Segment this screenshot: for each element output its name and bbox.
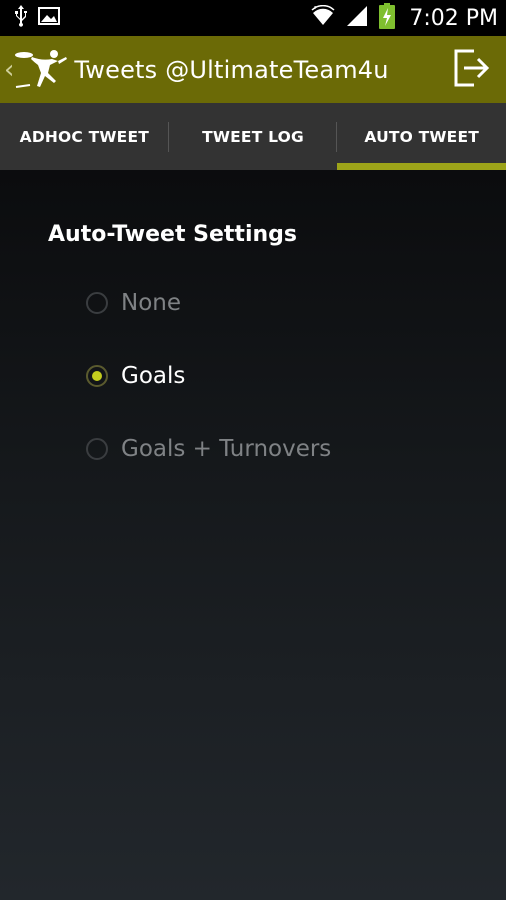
logout-icon [452, 49, 490, 91]
status-bar-left [14, 5, 60, 31]
status-bar: 7:02 PM [0, 0, 506, 36]
action-bar-home[interactable]: ‹ Tweets @UltimateTeam4u [4, 47, 389, 93]
radio-option-goals[interactable]: Goals [86, 363, 185, 389]
usb-icon [14, 5, 28, 31]
action-bar-title: Tweets @UltimateTeam4u [74, 55, 389, 84]
radio-option-none[interactable]: None [86, 290, 181, 316]
tab-label: AUTO TWEET [364, 127, 480, 146]
tab-bar: ADHOC TWEET TWEET LOG AUTO TWEET [0, 103, 506, 170]
section-title: Auto-Tweet Settings [48, 222, 297, 247]
up-caret-icon: ‹ [4, 54, 15, 85]
image-icon [38, 7, 60, 29]
radio-label: Goals + Turnovers [121, 436, 332, 462]
radio-option-goals-turnovers[interactable]: Goals + Turnovers [86, 436, 331, 462]
wifi-icon [311, 4, 335, 31]
radio-label: Goals [121, 363, 186, 389]
status-time: 7:02 PM [409, 5, 498, 31]
auto-tweet-settings-panel: Auto-Tweet Settings None Goals Goals + T… [0, 170, 506, 900]
tab-auto-tweet[interactable]: AUTO TWEET [337, 103, 506, 170]
tab-label: ADHOC TWEET [19, 127, 150, 146]
battery-charging-icon [379, 3, 396, 33]
signal-icon [345, 5, 369, 31]
radio-button[interactable] [86, 292, 108, 314]
radio-button-checked[interactable] [86, 365, 108, 387]
radio-label: None [121, 290, 182, 316]
tab-adhoc-tweet[interactable]: ADHOC TWEET [0, 103, 169, 170]
radio-button[interactable] [86, 438, 108, 460]
tab-tweet-log[interactable]: TWEET LOG [169, 103, 338, 170]
logout-button[interactable] [452, 49, 490, 91]
tab-label: TWEET LOG [202, 127, 304, 146]
app-logo [14, 47, 68, 93]
status-bar-right: 7:02 PM [311, 3, 498, 33]
action-bar: ‹ Tweets @UltimateTeam4u [0, 36, 506, 103]
